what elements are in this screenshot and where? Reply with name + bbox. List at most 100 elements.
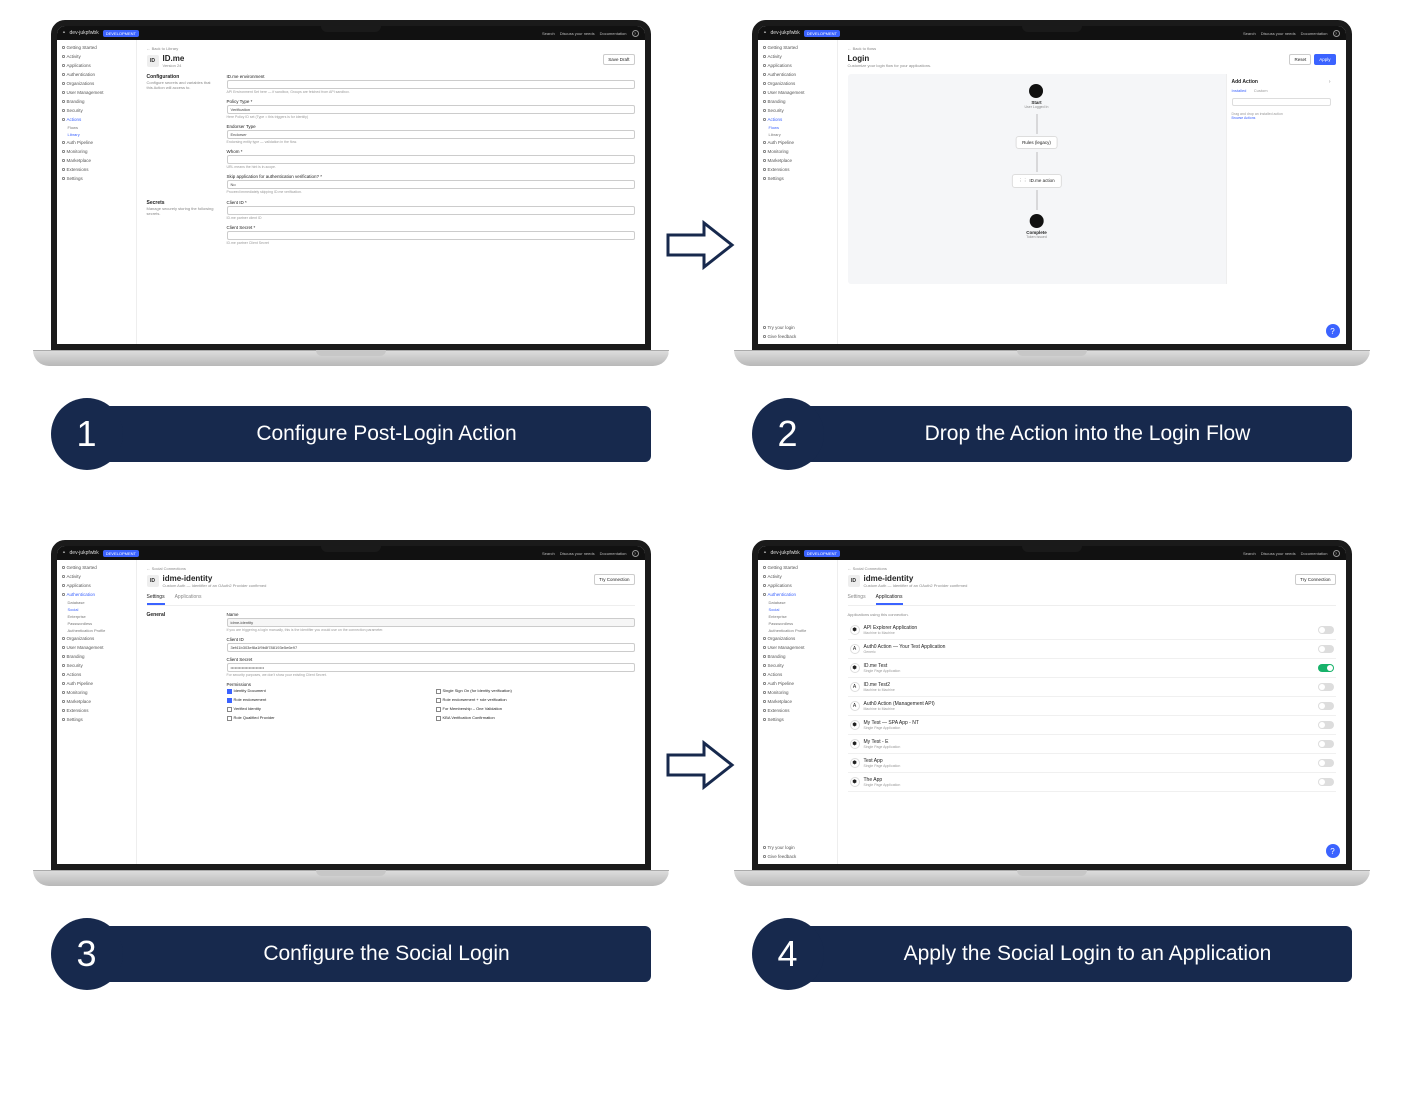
tab-applications[interactable]: Applications xyxy=(876,594,903,605)
permission-checkbox[interactable]: Role endorsement xyxy=(227,697,426,703)
sidebar-item-activity[interactable]: Activity xyxy=(761,53,834,60)
breadcrumb[interactable]: ← Back to Library xyxy=(147,46,635,51)
tab-settings[interactable]: Settings xyxy=(848,594,866,605)
sidebar-feedback[interactable]: Give feedback xyxy=(761,333,834,340)
nav-search[interactable]: Search xyxy=(542,551,555,556)
nav-docs[interactable]: Documentation xyxy=(600,31,627,36)
checkbox-icon[interactable] xyxy=(436,716,441,721)
secret-clientsecret-input[interactable] xyxy=(227,231,635,240)
sidebar-item-actions[interactable]: Actions xyxy=(761,671,834,678)
sidebar-item-extensions[interactable]: Extensions xyxy=(60,166,133,173)
sidebar-item-authentication[interactable]: Authentication xyxy=(60,71,133,78)
sidebar-sub-flows[interactable]: Flows xyxy=(60,125,133,130)
nav-discuss[interactable]: Discuss your needs xyxy=(1261,31,1296,36)
try-connection-button[interactable]: Try Connection xyxy=(1295,574,1335,585)
sidebar-item-applications[interactable]: Applications xyxy=(60,582,133,589)
drag-handle-icon[interactable]: ⋮⋮ xyxy=(1018,178,1027,183)
sidebar-item-settings[interactable]: Settings xyxy=(60,716,133,723)
nav-discuss[interactable]: Discuss your needs xyxy=(560,31,595,36)
app-enable-toggle[interactable] xyxy=(1318,721,1334,729)
panel-tab-installed[interactable]: Installed xyxy=(1232,88,1247,93)
sidebar-item-user-management[interactable]: User Management xyxy=(761,89,834,96)
checkbox-icon[interactable] xyxy=(227,698,232,703)
sidebar-item-auth-pipeline[interactable]: Auth Pipeline xyxy=(60,139,133,146)
nav-docs[interactable]: Documentation xyxy=(1301,551,1328,556)
endorser-select[interactable]: Endorser xyxy=(227,130,635,139)
sidebar-item-security[interactable]: Security xyxy=(761,107,834,114)
save-draft-button[interactable]: Save Draft xyxy=(603,54,634,65)
sidebar-item-marketplace[interactable]: Marketplace xyxy=(60,157,133,164)
sidebar-item-organizations[interactable]: Organizations xyxy=(761,80,834,87)
sidebar-sub-library[interactable]: Library xyxy=(60,132,133,137)
tab-applications[interactable]: Applications xyxy=(175,594,202,605)
try-connection-button[interactable]: Try Connection xyxy=(594,574,634,585)
sidebar-sub-database[interactable]: Database xyxy=(761,600,834,605)
reset-button[interactable]: Reset xyxy=(1289,54,1311,65)
app-enable-toggle[interactable] xyxy=(1318,664,1334,672)
sidebar-item-security[interactable]: Security xyxy=(761,662,834,669)
sidebar-item-actions[interactable]: Actions xyxy=(761,116,834,123)
app-enable-toggle[interactable] xyxy=(1318,702,1334,710)
whom-input[interactable] xyxy=(227,155,635,164)
sidebar-item-organizations[interactable]: Organizations xyxy=(60,80,133,87)
flow-node-rules[interactable]: Rules (legacy) xyxy=(1015,136,1058,149)
sidebar-sub-auth-profile[interactable]: Authentication Profile xyxy=(761,628,834,633)
checkbox-icon[interactable] xyxy=(227,689,232,694)
sidebar-item-applications[interactable]: Applications xyxy=(761,582,834,589)
sidebar-item-activity[interactable]: Activity xyxy=(60,573,133,580)
breadcrumb[interactable]: ← Social Connections xyxy=(848,566,1336,571)
clientsecret-input[interactable]: •••••••••••••••••••••••• xyxy=(227,663,635,672)
app-enable-toggle[interactable] xyxy=(1318,759,1334,767)
sidebar-item-extensions[interactable]: Extensions xyxy=(761,707,834,714)
permission-checkbox[interactable]: Role Qualified Provider xyxy=(227,715,426,721)
sidebar-item-auth-pipeline[interactable]: Auth Pipeline xyxy=(761,680,834,687)
app-enable-toggle[interactable] xyxy=(1318,683,1334,691)
sidebar-item-branding[interactable]: Branding xyxy=(761,653,834,660)
sidebar-item-settings[interactable]: Settings xyxy=(761,716,834,723)
breadcrumb[interactable]: ← Social Connections xyxy=(147,566,635,571)
help-fab-icon[interactable]: ? xyxy=(1326,324,1340,338)
nav-search[interactable]: Search xyxy=(542,31,555,36)
checkbox-icon[interactable] xyxy=(227,716,232,721)
sidebar-try-login[interactable]: Try your login xyxy=(761,324,834,331)
skip-select[interactable]: No xyxy=(227,180,635,189)
sidebar-item-monitoring[interactable]: Monitoring xyxy=(60,148,133,155)
sidebar-sub-flows[interactable]: Flows xyxy=(761,125,834,130)
sidebar-item-authentication[interactable]: Authentication xyxy=(761,71,834,78)
sidebar-item-getting-started[interactable]: Getting Started xyxy=(761,44,834,51)
help-fab-icon[interactable]: ? xyxy=(1326,844,1340,858)
sidebar-item-user-management[interactable]: User Management xyxy=(60,644,133,651)
sidebar-item-user-management[interactable]: User Management xyxy=(761,644,834,651)
sidebar-item-authentication[interactable]: Authentication xyxy=(60,591,133,598)
sidebar-item-branding[interactable]: Branding xyxy=(60,98,133,105)
sidebar-item-getting-started[interactable]: Getting Started xyxy=(60,564,133,571)
sidebar-sub-social[interactable]: Social xyxy=(60,607,133,612)
tab-settings[interactable]: Settings xyxy=(147,594,165,605)
sidebar-sub-passwordless[interactable]: Passwordless xyxy=(60,621,133,626)
help-icon[interactable]: ? xyxy=(632,30,639,37)
panel-tab-custom[interactable]: Custom xyxy=(1254,88,1268,93)
sidebar-item-branding[interactable]: Branding xyxy=(60,653,133,660)
app-enable-toggle[interactable] xyxy=(1318,626,1334,634)
permission-checkbox[interactable]: KBA Verification Confirmation xyxy=(436,715,635,721)
sidebar-sub-passwordless[interactable]: Passwordless xyxy=(761,621,834,626)
sidebar-item-organizations[interactable]: Organizations xyxy=(60,635,133,642)
nav-discuss[interactable]: Discuss your needs xyxy=(560,551,595,556)
sidebar-sub-library[interactable]: Library xyxy=(761,132,834,137)
sidebar-item-actions[interactable]: Actions xyxy=(60,671,133,678)
sidebar-item-getting-started[interactable]: Getting Started xyxy=(60,44,133,51)
nav-search[interactable]: Search xyxy=(1243,551,1256,556)
flow-node-idme[interactable]: ⋮⋮ID.me action xyxy=(1011,174,1061,188)
panel-browse-link[interactable]: Browse Actions xyxy=(1232,116,1331,120)
help-icon[interactable]: ? xyxy=(632,550,639,557)
sidebar-item-user-management[interactable]: User Management xyxy=(60,89,133,96)
sidebar-sub-enterprise[interactable]: Enterprise xyxy=(60,614,133,619)
secret-clientid-input[interactable] xyxy=(227,206,635,215)
sidebar-item-marketplace[interactable]: Marketplace xyxy=(60,698,133,705)
env-input[interactable] xyxy=(227,80,635,89)
sidebar-item-settings[interactable]: Settings xyxy=(60,175,133,182)
nav-search[interactable]: Search xyxy=(1243,31,1256,36)
sidebar-item-extensions[interactable]: Extensions xyxy=(761,166,834,173)
app-enable-toggle[interactable] xyxy=(1318,645,1334,653)
app-enable-toggle[interactable] xyxy=(1318,740,1334,748)
